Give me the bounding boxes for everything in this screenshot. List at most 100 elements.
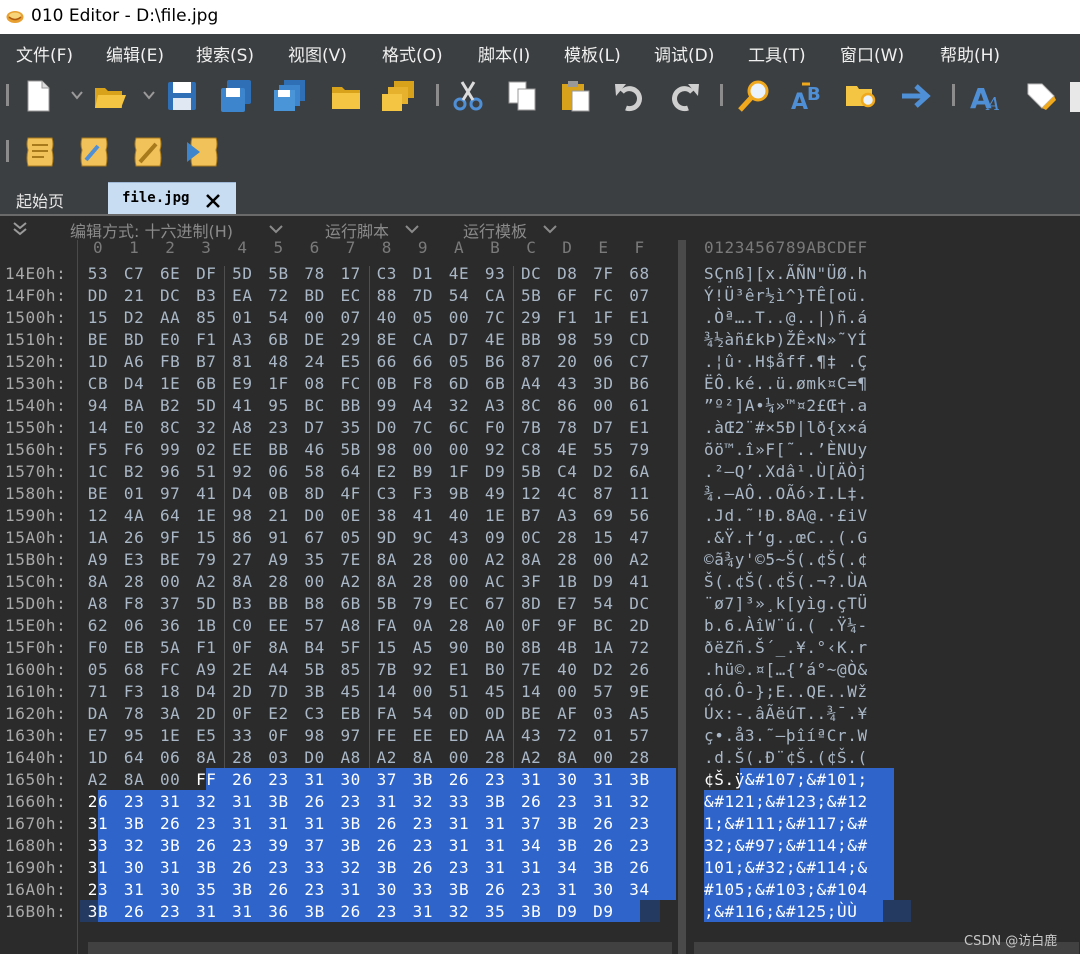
hex-byte[interactable]: 3B	[477, 792, 513, 811]
ascii-row[interactable]: 101;&#32;&#114;&	[704, 858, 868, 877]
hex-byte[interactable]: DA	[80, 704, 116, 723]
hex-byte[interactable]: 32	[333, 858, 369, 877]
hex-byte[interactable]: 2D	[188, 704, 224, 723]
hex-byte[interactable]: 78	[549, 418, 585, 437]
hex-byte[interactable]: BA	[116, 396, 152, 415]
hex-byte[interactable]: 32	[188, 418, 224, 437]
hex-byte[interactable]: 28	[441, 616, 477, 635]
hex-byte[interactable]: 4F	[333, 484, 369, 503]
hex-byte[interactable]: 3B	[333, 836, 369, 855]
hex-byte[interactable]: 38	[369, 506, 405, 525]
hex-byte[interactable]: 7E	[513, 660, 549, 679]
hex-byte[interactable]: 3D	[585, 374, 621, 393]
hex-byte[interactable]: 3B	[333, 814, 369, 833]
hex-byte[interactable]: 8A	[369, 572, 405, 591]
hex-byte[interactable]: 61	[622, 396, 658, 415]
ascii-row[interactable]: ¢Š.ÿ&#107;&#101;	[704, 770, 868, 789]
pane-splitter[interactable]	[678, 240, 686, 954]
hex-byte[interactable]: 41	[622, 572, 658, 591]
goto-icon[interactable]	[896, 76, 936, 116]
hex-byte[interactable]: 5F	[333, 638, 369, 657]
hex-byte[interactable]: A2	[622, 550, 658, 569]
hex-byte[interactable]: 23	[441, 858, 477, 877]
hex-byte[interactable]: 23	[188, 814, 224, 833]
hex-byte[interactable]: D1	[405, 264, 441, 283]
hex-byte[interactable]: 8A	[116, 770, 152, 789]
hex-byte[interactable]: 7E	[333, 550, 369, 569]
hex-byte[interactable]: 31	[585, 792, 621, 811]
hex-byte[interactable]: 46	[297, 440, 333, 459]
hex-byte[interactable]: A8	[333, 616, 369, 635]
hex-byte[interactable]: 98	[369, 440, 405, 459]
hex-byte[interactable]: 4C	[549, 484, 585, 503]
hex-byte[interactable]: BC	[585, 616, 621, 635]
hex-byte[interactable]: 6B	[188, 374, 224, 393]
hex-byte[interactable]: D0	[297, 506, 333, 525]
hex-byte[interactable]: AA	[477, 726, 513, 745]
hex-byte[interactable]: 3B	[369, 858, 405, 877]
hex-byte[interactable]: 1E	[188, 506, 224, 525]
hex-byte[interactable]: 26	[188, 836, 224, 855]
hex-byte[interactable]: A0	[477, 616, 513, 635]
hex-pane[interactable]: 0123456789ABCDEF 53 C7 6E DF 5D 5B 78 17 C3 D1 4E 9…	[80, 238, 678, 954]
ascii-row[interactable]: ¨ø7]³»¸k[yìg.çTÜ	[704, 594, 868, 613]
hex-byte[interactable]: B6	[477, 352, 513, 371]
hex-byte[interactable]: F0	[477, 418, 513, 437]
hex-byte[interactable]: 00	[441, 308, 477, 327]
hex-byte[interactable]: 7F	[585, 264, 621, 283]
hex-byte[interactable]: 23	[622, 836, 658, 855]
hex-byte[interactable]: 26	[80, 792, 116, 811]
hex-byte[interactable]: 31	[333, 880, 369, 899]
hex-byte[interactable]: 21	[116, 286, 152, 305]
hex-byte[interactable]: 23	[477, 770, 513, 789]
hex-byte[interactable]: EE	[224, 440, 260, 459]
hex-byte[interactable]: 23	[261, 770, 297, 789]
hex-byte[interactable]: 26	[585, 836, 621, 855]
hex-byte[interactable]: 98	[297, 726, 333, 745]
hex-byte[interactable]: 7B	[513, 418, 549, 437]
hex-byte[interactable]: A6	[116, 352, 152, 371]
hex-byte[interactable]: D7	[297, 418, 333, 437]
hex-byte[interactable]: B7	[513, 506, 549, 525]
hex-byte[interactable]: D0	[297, 748, 333, 767]
hex-byte[interactable]: B8	[297, 594, 333, 613]
hex-byte[interactable]: 1F	[585, 308, 621, 327]
hex-byte[interactable]: 1F	[441, 462, 477, 481]
hex-byte[interactable]: D2	[585, 462, 621, 481]
hex-byte[interactable]: B0	[477, 660, 513, 679]
ascii-row[interactable]: qó.Ô-};E..QE..Wž	[704, 682, 868, 701]
hex-byte[interactable]: 4E	[441, 264, 477, 283]
hex-byte[interactable]: BB	[261, 594, 297, 613]
ascii-row[interactable]: .hü©.¤[…{’á°~@Ò&	[704, 660, 868, 679]
hex-byte[interactable]: 31	[369, 792, 405, 811]
hex-byte[interactable]: 3B	[441, 880, 477, 899]
font-icon[interactable]: AA	[966, 76, 1006, 116]
highlight-icon[interactable]	[1020, 76, 1060, 116]
ascii-row[interactable]: ¾½àñ£kÞ)ŽÊ×N»˜YÍ	[704, 330, 868, 349]
hex-byte[interactable]: 79	[622, 440, 658, 459]
hex-byte[interactable]: 78	[116, 704, 152, 723]
hex-byte[interactable]: 00	[441, 550, 477, 569]
hex-byte[interactable]: 36	[152, 616, 188, 635]
hex-byte[interactable]: 23	[261, 858, 297, 877]
hex-byte[interactable]: 8A	[369, 550, 405, 569]
hex-byte[interactable]: 30	[152, 880, 188, 899]
ascii-row[interactable]: ;&#116;&#125;ÙÙ	[704, 902, 858, 921]
hex-byte[interactable]: 66	[405, 352, 441, 371]
hex-byte[interactable]: 31	[80, 814, 116, 833]
hex-byte[interactable]: 66	[369, 352, 405, 371]
hex-byte[interactable]: 31	[224, 902, 260, 921]
hex-byte[interactable]: E1	[441, 660, 477, 679]
hex-byte[interactable]: 32	[441, 902, 477, 921]
hex-byte[interactable]: F1	[188, 638, 224, 657]
hex-byte[interactable]: 23	[405, 814, 441, 833]
hex-byte[interactable]: C4	[549, 462, 585, 481]
hex-byte[interactable]: 45	[477, 682, 513, 701]
hex-byte[interactable]: 31	[188, 902, 224, 921]
hex-byte[interactable]: 81	[224, 352, 260, 371]
hex-byte[interactable]: 15	[585, 528, 621, 547]
hex-byte[interactable]: 32	[622, 792, 658, 811]
menu-format[interactable]: 格式(O)	[382, 41, 443, 66]
hex-byte[interactable]: 34	[513, 836, 549, 855]
hex-byte[interactable]: 9B	[441, 484, 477, 503]
